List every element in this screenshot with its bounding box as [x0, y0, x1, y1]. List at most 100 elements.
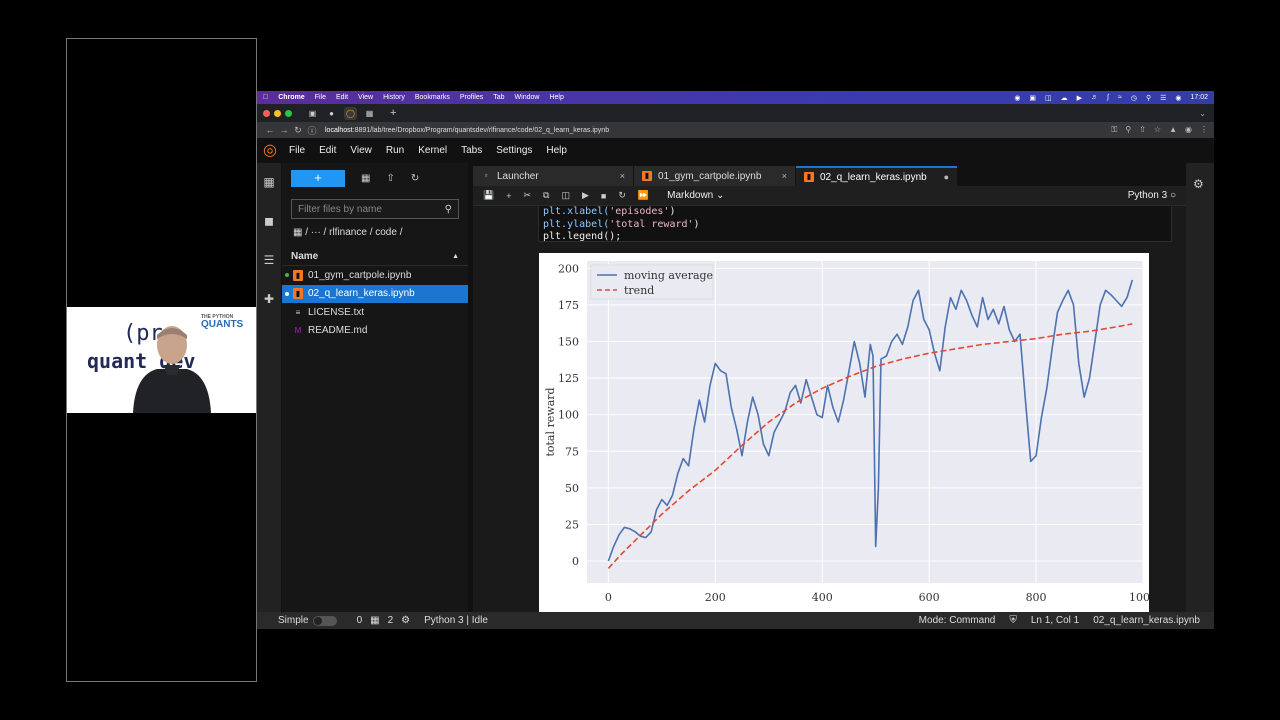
stop-icon[interactable]: ■: [601, 191, 606, 201]
folder-icon[interactable]: ▦: [262, 175, 276, 189]
column-header-name[interactable]: Name ▲: [282, 248, 468, 266]
code-cell[interactable]: plt.xlabel('episodes') plt.ylabel('total…: [538, 206, 1172, 242]
menubar-item-window[interactable]: Window: [515, 94, 540, 101]
upload-icon[interactable]: ⇧: [386, 173, 394, 184]
paste-icon[interactable]: ◫: [561, 190, 570, 201]
copy-icon[interactable]: ⧉: [543, 190, 549, 201]
kernel-indicator[interactable]: Python 3 ○: [1128, 190, 1176, 201]
forward-icon[interactable]: →: [277, 125, 291, 135]
menubar-item-bookmarks[interactable]: Bookmarks: [415, 94, 450, 101]
reload-icon[interactable]: ↻: [291, 125, 305, 136]
chrome-menu-icon[interactable]: ⋮: [1200, 125, 1208, 135]
control-center-icon[interactable]: ☰: [1160, 94, 1166, 102]
cloud-icon[interactable]: ☁: [1061, 94, 1068, 102]
back-icon[interactable]: ←: [263, 125, 277, 135]
run-all-icon[interactable]: ⏩: [638, 190, 649, 201]
new-tab-icon[interactable]: +: [390, 107, 396, 119]
jmenu-tabs[interactable]: Tabs: [461, 145, 482, 156]
jmenu-file[interactable]: File: [289, 145, 305, 156]
site-info-icon[interactable]: ⓘ: [305, 124, 319, 137]
bluetooth-icon[interactable]: ∫: [1107, 94, 1109, 101]
tab-02-q-learn-keras[interactable]: ▮ 02_q_learn_keras.ipynb ●: [796, 166, 957, 186]
menubar-item-tab[interactable]: Tab: [493, 94, 504, 101]
tab-launcher[interactable]: ▫ Launcher ×: [473, 166, 633, 186]
notebook-file-icon: ▮: [293, 269, 303, 281]
tab-favicon-1[interactable]: ▣: [306, 107, 319, 120]
file-row[interactable]: M README.md: [282, 322, 468, 341]
github-tab-icon[interactable]: ●: [325, 107, 338, 120]
extensions-icon[interactable]: ▲: [1169, 125, 1177, 135]
close-window-icon[interactable]: [263, 109, 270, 117]
jupyter-tab-icon[interactable]: ◯: [344, 106, 357, 120]
jmenu-kernel[interactable]: Kernel: [418, 145, 447, 156]
refresh-icon[interactable]: ↻: [411, 173, 419, 184]
kernel-count: 2: [387, 615, 394, 626]
jmenu-run[interactable]: Run: [386, 145, 404, 156]
clock-icon[interactable]: ◷: [1131, 94, 1137, 102]
zoom-window-icon[interactable]: [285, 109, 292, 117]
jmenu-edit[interactable]: Edit: [319, 145, 336, 156]
menubar-item-view[interactable]: View: [358, 94, 373, 101]
trust-shield-icon[interactable]: ⛨: [1009, 615, 1017, 626]
record-icon[interactable]: ◉: [1014, 94, 1020, 102]
jmenu-help[interactable]: Help: [546, 145, 567, 156]
file-row[interactable]: ▮ 01_gym_cartpole.ipynb: [282, 266, 468, 285]
menubar-item-file[interactable]: File: [315, 94, 326, 101]
new-folder-icon[interactable]: ▦: [361, 173, 370, 184]
menubar-item-help[interactable]: Help: [549, 94, 563, 101]
new-launcher-button[interactable]: +: [291, 169, 345, 187]
zoom-icon[interactable]: ⚲: [1125, 125, 1131, 135]
running-kernels-icon[interactable]: ◼: [262, 214, 276, 228]
jmenu-settings[interactable]: Settings: [496, 145, 532, 156]
volume-icon[interactable]: ♬: [1091, 94, 1098, 101]
property-inspector-gear-icon[interactable]: ⚙: [1193, 177, 1204, 191]
play-icon[interactable]: ▶: [1077, 94, 1082, 102]
share-icon[interactable]: ⇧: [1139, 125, 1146, 135]
tab-search-chevron-icon[interactable]: ⌄: [1199, 109, 1206, 118]
wifi-icon[interactable]: ≈: [1118, 94, 1122, 101]
jupyter-logo-icon: ◎: [263, 141, 277, 159]
url-field[interactable]: localhost:8891/lab/tree/Dropbox/Program/…: [325, 127, 609, 134]
simple-mode-toggle[interactable]: [312, 615, 337, 626]
tab-favicon-4[interactable]: ▦: [363, 107, 376, 120]
cursor-position[interactable]: Ln 1, Col 1: [1031, 615, 1079, 626]
filter-files-input[interactable]: Filter files by name ⚲: [291, 199, 459, 219]
siri-icon[interactable]: ◉: [1175, 94, 1181, 102]
menubar-clock[interactable]: 17:02: [1190, 94, 1208, 101]
minimize-window-icon[interactable]: [274, 109, 281, 117]
extensions-puzzle-icon[interactable]: ✚: [262, 292, 276, 306]
table-of-contents-icon[interactable]: ☰: [262, 253, 276, 267]
file-row[interactable]: ▮ 02_q_learn_keras.ipynb: [282, 284, 468, 303]
camera-icon[interactable]: ▣: [1029, 94, 1036, 102]
presenter-figure: [133, 326, 211, 413]
mac-menubar:  Chrome File Edit View History Bookmark…: [257, 91, 1214, 104]
webcam-overlay: (pr quant dev THE PYTHON QUANTS: [67, 307, 256, 413]
y-tick-label: 0: [572, 555, 579, 568]
menubar-item-profiles[interactable]: Profiles: [460, 94, 483, 101]
cell-type-select[interactable]: Markdown ⌄: [667, 190, 724, 201]
bookmark-star-icon[interactable]: ☆: [1154, 125, 1161, 135]
close-tab-icon[interactable]: ×: [608, 171, 625, 181]
menubar-item-edit[interactable]: Edit: [336, 94, 348, 101]
key-icon[interactable]: ⚿: [1111, 125, 1117, 135]
file-row[interactable]: ≡ LICENSE.txt: [282, 303, 468, 322]
cut-icon[interactable]: ✂: [523, 190, 531, 201]
save-icon[interactable]: 💾: [483, 190, 494, 201]
unsaved-dot-icon[interactable]: ●: [932, 172, 949, 182]
search-icon[interactable]: ⚲: [1146, 94, 1151, 102]
insert-cell-icon[interactable]: +: [506, 191, 511, 201]
jupyter-menubar: ◎ File Edit View Run Kernel Tabs Setting…: [257, 138, 1214, 163]
menubar-item-history[interactable]: History: [383, 94, 405, 101]
tab-01-gym-cartpole[interactable]: ▮ 01_gym_cartpole.ipynb ×: [634, 166, 795, 186]
run-icon[interactable]: ▶: [582, 190, 589, 201]
breadcrumb[interactable]: ▦ / ··· / rlfinance / code /: [293, 227, 468, 238]
profile-avatar-icon[interactable]: ◉: [1185, 125, 1192, 135]
chat-icon[interactable]: ◫: [1045, 94, 1052, 102]
restart-icon[interactable]: ↻: [618, 190, 626, 201]
current-filename: 02_q_learn_keras.ipynb: [1093, 615, 1200, 626]
jmenu-view[interactable]: View: [350, 145, 372, 156]
kernel-status[interactable]: Python 3 | Idle: [424, 615, 488, 626]
apple-icon[interactable]: : [263, 94, 268, 101]
menubar-item-chrome[interactable]: Chrome: [278, 94, 304, 101]
close-tab-icon[interactable]: ×: [770, 171, 787, 181]
